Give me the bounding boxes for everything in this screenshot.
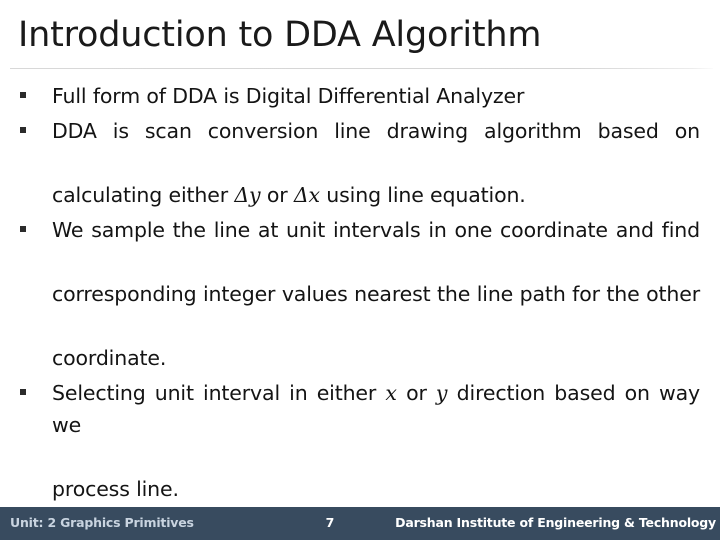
- slide-body: Full form of DDA is Digital Differential…: [0, 80, 720, 508]
- bullet-line-text: or: [396, 381, 436, 405]
- presentation-slide: Introduction to DDA Algorithm Full form …: [0, 0, 720, 540]
- bullet-line: corresponding integer values nearest the…: [52, 278, 700, 342]
- bullet-line-text: or: [260, 183, 294, 207]
- math-variable-x: x: [385, 381, 397, 405]
- math-variable-delta-x: Δx: [293, 183, 320, 207]
- square-bullet-icon: [20, 127, 26, 133]
- bullet-line: Full form of DDA is Digital Differential…: [52, 80, 700, 112]
- bullet-line-text: process line.: [52, 477, 179, 501]
- bullet-line: Selecting unit interval in either x or y…: [52, 377, 700, 473]
- square-bullet-icon: [20, 389, 26, 395]
- bullet-line: process line.: [52, 473, 700, 505]
- math-variable-delta-y: Δy: [234, 183, 261, 207]
- bullet-line: coordinate.: [52, 342, 700, 374]
- bullet-line: calculating either Δy or Δx using line e…: [52, 179, 700, 211]
- bullet-item: DDA is scan conversion line drawing algo…: [0, 115, 720, 211]
- bullet-line: DDA is scan conversion line drawing algo…: [52, 115, 700, 179]
- slide-footer: Unit: 2 Graphics Primitives 7 Darshan In…: [0, 507, 720, 540]
- bullet-item: We sample the line at unit intervals in …: [0, 214, 720, 374]
- bullet-line-text: calculating either: [52, 183, 235, 207]
- footer-unit-label: Unit: 2 Graphics Primitives: [10, 515, 194, 530]
- bullet-line-text: Selecting unit interval in either: [52, 381, 386, 405]
- square-bullet-icon: [20, 92, 26, 98]
- bullet-line: We sample the line at unit intervals in …: [52, 214, 700, 278]
- title-divider: [10, 68, 713, 69]
- bullet-item: Full form of DDA is Digital Differential…: [0, 80, 720, 112]
- bullet-line-text: corresponding integer values nearest the…: [52, 282, 700, 306]
- footer-page-number: 7: [325, 515, 335, 530]
- page-title: Introduction to DDA Algorithm: [18, 15, 542, 55]
- math-variable-y: y: [435, 381, 448, 405]
- bullet-line-text: coordinate.: [52, 346, 167, 370]
- square-bullet-icon: [20, 226, 26, 232]
- bullet-line-text: using line equation.: [319, 183, 526, 207]
- bullet-line-text: Full form of DDA is Digital Differential…: [52, 84, 525, 108]
- bullet-line-text: DDA is scan conversion line drawing algo…: [52, 119, 700, 143]
- slide-title-area: Introduction to DDA Algorithm: [0, 0, 720, 70]
- footer-organization-label: Darshan Institute of Engineering & Techn…: [395, 515, 716, 530]
- bullet-line-text: We sample the line at unit intervals in …: [52, 218, 700, 242]
- bullet-item: Selecting unit interval in either x or y…: [0, 377, 720, 505]
